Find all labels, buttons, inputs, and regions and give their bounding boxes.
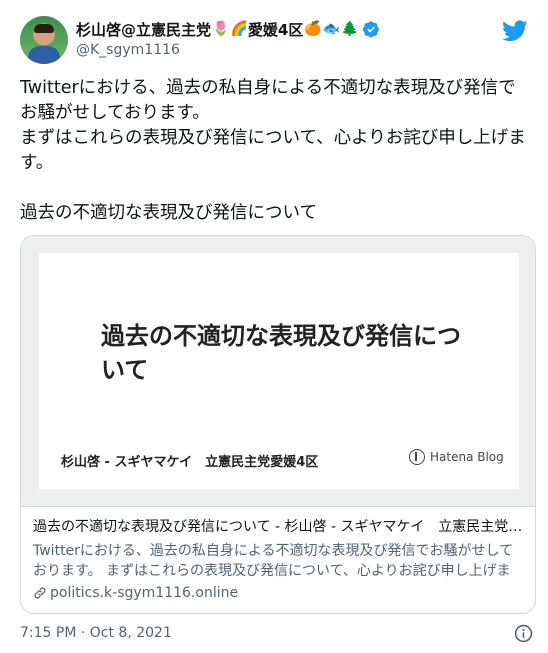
link-icon: [34, 587, 46, 599]
avatar[interactable]: [20, 16, 68, 64]
card-domain-text: politics.k-sgym1116.online: [50, 585, 239, 601]
twitter-bird-icon[interactable]: [502, 20, 528, 42]
card-image-title: 過去の不適切な表現及び発信について: [101, 322, 461, 384]
card-image[interactable]: 過去の不適切な表現及び発信について 杉山啓 - スギヤマケイ 立憲民主党愛媛4区…: [21, 236, 535, 506]
avatar-shirt: [28, 46, 60, 64]
info-icon[interactable]: [514, 624, 533, 643]
tweet-text: Twitterにおける、過去の私自身による不適切な表現及び発信でお騒がせしており…: [20, 78, 526, 223]
fish-emoji: 🐟: [322, 21, 341, 37]
card-meta[interactable]: 過去の不適切な表現及び発信について - 杉山啓 - スギヤマケイ 立憲民主党愛媛…: [21, 506, 535, 613]
card-domain[interactable]: politics.k-sgym1116.online: [33, 585, 523, 601]
verified-badge-icon: [362, 21, 379, 38]
hatena-blog-logo: Hatena Blog: [409, 449, 504, 465]
author-name-row[interactable]: 杉山啓@立憲民主党 🌷 🌈 愛媛4区 🍊 🐟 🌲: [76, 18, 380, 40]
hatena-blog-label: Hatena Blog: [430, 450, 504, 464]
card-headline[interactable]: 過去の不適切な表現及び発信について - 杉山啓 - スギヤマケイ 立憲民主党愛媛…: [33, 517, 523, 537]
author-name-suffix[interactable]: 愛媛4区: [248, 19, 303, 40]
card-description: Twitterにおける、過去の私自身による不適切な表現及び発信でお騒がせしており…: [33, 543, 514, 579]
rainbow-emoji: 🌈: [230, 21, 248, 37]
tulip-emoji: 🌷: [212, 21, 230, 37]
hatena-blog-icon: [409, 449, 425, 465]
card-image-panel: 過去の不適切な表現及び発信について 杉山啓 - スギヤマケイ 立憲民主党愛媛4区…: [39, 253, 519, 489]
avatar-hair: [34, 24, 54, 33]
author-display-name[interactable]: 杉山啓@立憲民主党: [76, 19, 211, 40]
tweet-timestamp[interactable]: 7:15 PM · Oct 8, 2021: [20, 625, 172, 641]
author-handle[interactable]: @K_sgym1116: [76, 42, 180, 58]
tree-emoji: 🌲: [341, 21, 359, 37]
link-card[interactable]: 過去の不適切な表現及び発信について 杉山啓 - スギヤマケイ 立憲民主党愛媛4区…: [20, 235, 536, 614]
orange-emoji: 🍊: [304, 21, 322, 37]
card-image-author: 杉山啓 - スギヤマケイ 立憲民主党愛媛4区: [61, 455, 319, 470]
tweet-embed: 杉山啓@立憲民主党 🌷 🌈 愛媛4区 🍊 🐟 🌲 @K_sgym1116 Twi…: [0, 0, 548, 653]
